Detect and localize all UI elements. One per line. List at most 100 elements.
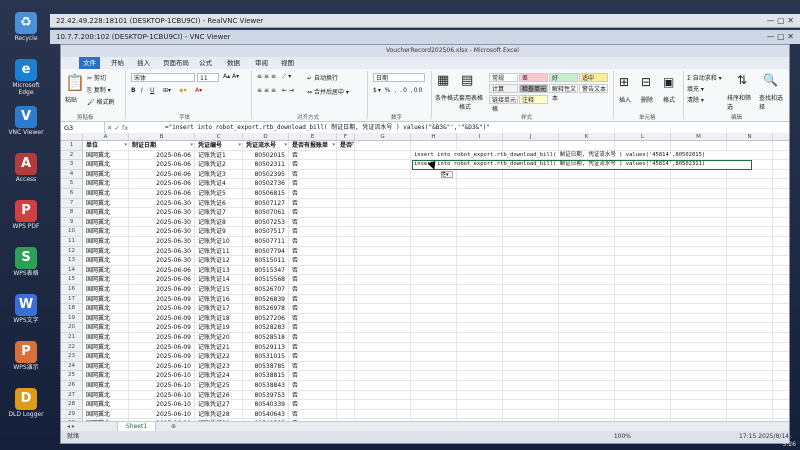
grid-cell[interactable]: [773, 371, 789, 381]
data-cell[interactable]: 记账凭证8: [196, 217, 243, 228]
data-cell[interactable]: 2025-06-10: [130, 381, 195, 391]
grid-cell[interactable]: [337, 390, 355, 401]
grid-cell[interactable]: [559, 352, 615, 362]
grid-cell[interactable]: [503, 342, 559, 353]
row-header[interactable]: 26: [61, 381, 83, 391]
grid-cell[interactable]: [559, 361, 615, 372]
grid-cell[interactable]: [559, 208, 615, 218]
grid-cell[interactable]: [503, 352, 559, 362]
row-header[interactable]: 1: [61, 141, 83, 151]
grid-cell[interactable]: [337, 179, 355, 189]
data-cell[interactable]: 记账凭证10: [196, 237, 243, 247]
grid-cell[interactable]: [559, 246, 615, 257]
grid-cell[interactable]: [411, 246, 457, 257]
row-header[interactable]: 10: [61, 227, 83, 237]
ribbon-tab[interactable]: 文件: [79, 57, 100, 69]
grid-cell[interactable]: [671, 246, 727, 257]
ribbon-tab[interactable]: 视图: [277, 57, 298, 69]
grid-cell[interactable]: [559, 285, 615, 295]
grid-cell[interactable]: [615, 189, 671, 199]
grid-cell[interactable]: [355, 189, 411, 199]
grid-cell[interactable]: [411, 208, 457, 218]
grid-cell[interactable]: [671, 265, 727, 276]
grid-cell[interactable]: [559, 333, 615, 343]
grid-cell[interactable]: [355, 246, 411, 257]
font-grow-icon[interactable]: A▴ A▾: [223, 73, 239, 80]
grid-cell[interactable]: [337, 400, 355, 410]
ribbon-tab[interactable]: 页面布局: [159, 57, 193, 69]
data-cell[interactable]: 2025-06-09: [130, 323, 195, 333]
spreadsheet-grid[interactable]: ABCDEFGHIJKLMNOP123456789101112131415161…: [61, 133, 789, 421]
align-top-icons[interactable]: ≡≡≡ ⟋▾: [257, 73, 293, 81]
grid-cell[interactable]: [615, 227, 671, 237]
grid-cell[interactable]: [615, 217, 671, 228]
grid-cell[interactable]: [671, 371, 727, 381]
grid-cell[interactable]: [671, 179, 727, 189]
excel-titlebar[interactable]: VoucherRecord202506.xlsx - Microsoft Exc…: [61, 45, 789, 57]
column-header[interactable]: H: [411, 133, 457, 141]
grid-cell[interactable]: [411, 361, 457, 372]
row-header[interactable]: 16: [61, 285, 83, 295]
column-header[interactable]: K: [559, 133, 615, 141]
filter-dropdown-icon[interactable]: ▾: [332, 141, 335, 150]
desktop-icon[interactable]: D DLD Logger: [4, 386, 48, 430]
data-cell[interactable]: 80527206: [244, 313, 289, 324]
grid-cell[interactable]: [457, 237, 503, 247]
grid-cell[interactable]: [503, 390, 559, 401]
grid-cell[interactable]: [671, 227, 727, 237]
data-cell[interactable]: 记账凭证25: [196, 381, 243, 391]
grid-cell[interactable]: [411, 141, 457, 151]
data-cell[interactable]: 记账凭证26: [196, 390, 243, 401]
header-cell[interactable]: 凭证编号 ▾: [196, 141, 243, 151]
column-header[interactable]: B: [129, 133, 195, 141]
grid-cell[interactable]: [355, 342, 411, 353]
font-size-select[interactable]: 11: [197, 73, 219, 82]
grid-cell[interactable]: [411, 304, 457, 314]
delete-cells-button[interactable]: 删除: [641, 95, 653, 104]
window-controls[interactable]: — ▢ ✕: [767, 14, 794, 28]
data-cell[interactable]: 否: [290, 313, 337, 324]
data-cell[interactable]: 2025-06-10: [130, 361, 195, 372]
grid-cell[interactable]: [773, 160, 789, 170]
data-cell[interactable]: 80502395: [244, 169, 289, 180]
grid-cell[interactable]: [503, 275, 559, 285]
data-cell[interactable]: 80538843: [244, 381, 289, 391]
data-cell[interactable]: 记账凭证5: [196, 189, 243, 199]
grid-cell[interactable]: [503, 189, 559, 199]
grid-cell[interactable]: [727, 141, 773, 151]
data-cell[interactable]: 2025-06-09: [130, 333, 195, 343]
data-cell[interactable]: 2025-06-30: [130, 227, 195, 237]
row-header[interactable]: 12: [61, 246, 83, 257]
data-cell[interactable]: 记账凭证22: [196, 352, 243, 362]
data-cell[interactable]: 否: [290, 409, 337, 420]
column-header[interactable]: A: [83, 133, 129, 141]
grid-cell[interactable]: [615, 285, 671, 295]
bold-button[interactable]: B: [131, 87, 136, 94]
grid-cell[interactable]: [337, 227, 355, 237]
data-cell[interactable]: 80515347: [244, 265, 289, 276]
grid-cell[interactable]: [615, 371, 671, 381]
grid-cell[interactable]: [615, 265, 671, 276]
grid-cell[interactable]: [355, 371, 411, 381]
outer-vnc-titlebar[interactable]: 22.42.49.228:18101 (DESKTOP-1CBU9CI) - R…: [50, 14, 800, 28]
grid-cell[interactable]: [457, 275, 503, 285]
grid-cell[interactable]: [355, 265, 411, 276]
grid-cell[interactable]: [337, 361, 355, 372]
data-cell[interactable]: 80507127: [244, 198, 289, 209]
grid-cell[interactable]: [457, 371, 503, 381]
grid-cell[interactable]: [411, 237, 457, 247]
grid-cell[interactable]: [727, 361, 773, 372]
data-cell[interactable]: 否: [290, 246, 337, 257]
grid-cell[interactable]: [671, 342, 727, 353]
grid-cell[interactable]: [411, 371, 457, 381]
data-cell[interactable]: 2025-06-30: [130, 256, 195, 266]
data-cell[interactable]: 80506815: [244, 189, 289, 199]
row-header[interactable]: 29: [61, 409, 83, 420]
sort-filter-icon[interactable]: ⇅: [737, 73, 747, 87]
grid-cell[interactable]: [559, 227, 615, 237]
column-header[interactable]: F: [337, 133, 355, 141]
insert-cells-button[interactable]: 插入: [619, 95, 631, 104]
grid-cell[interactable]: [411, 342, 457, 353]
conditional-format-button[interactable]: 条件格式: [435, 93, 459, 102]
data-cell[interactable]: 80528518: [244, 333, 289, 343]
